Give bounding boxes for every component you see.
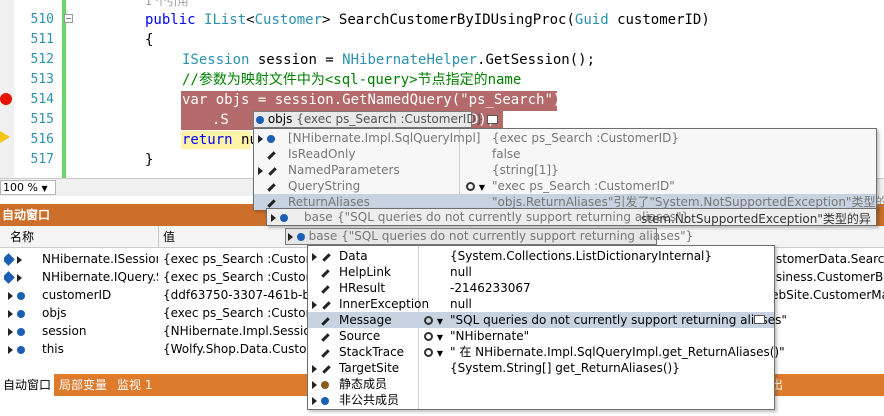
line-number: 516 bbox=[30, 132, 54, 147]
datatip-row[interactable]: TargetSite {System.String[] get_ReturnAli… bbox=[312, 360, 772, 376]
column-name-header[interactable]: 名称 bbox=[10, 226, 34, 248]
change-tracking-bar bbox=[62, 0, 66, 178]
line-number: 513 bbox=[30, 72, 54, 87]
breakpoint-margin[interactable] bbox=[0, 0, 14, 178]
datatip-row[interactable]: StackTrace ▼ " 在 NHibernate.Impl.SqlQuery… bbox=[312, 344, 785, 360]
code-line-512[interactable]: ISession session = NHibernateHelper.GetS… bbox=[182, 50, 595, 70]
code-line-510[interactable]: public IList<Customer> SearchCustomerByI… bbox=[145, 10, 710, 30]
datatip-row[interactable]: 非公共成员 bbox=[312, 392, 772, 408]
magnifier-icon[interactable] bbox=[424, 332, 433, 341]
expand-arrow-icon[interactable] bbox=[8, 327, 13, 336]
line-number: 510 bbox=[30, 12, 54, 27]
variable-icon bbox=[296, 232, 305, 241]
expand-arrow-icon[interactable] bbox=[8, 345, 13, 354]
pin-icon[interactable] bbox=[487, 115, 499, 124]
property-wrench-icon bbox=[321, 364, 331, 374]
variable-icon bbox=[266, 134, 275, 143]
variable-icon bbox=[16, 309, 25, 318]
execution-pointer-icon bbox=[0, 131, 10, 143]
code-line-511[interactable]: { bbox=[145, 30, 153, 50]
static-members-icon bbox=[320, 380, 329, 389]
tab-autos[interactable]: 自动窗口 bbox=[0, 374, 55, 396]
datatip-row[interactable]: Source ▼ "NHibernate" bbox=[312, 328, 772, 344]
datatip-exception-members: Data {System.Collections.ListDictionaryIn… bbox=[307, 245, 787, 410]
code-line-513-comment[interactable]: //参数为映射文件中为<sql-query>节点指定的name bbox=[182, 70, 521, 90]
datatip-row[interactable]: QueryString ▼ "exec ps_Search :CustomerI… bbox=[258, 178, 874, 194]
expand-arrow-icon[interactable] bbox=[8, 309, 13, 318]
property-wrench-icon bbox=[321, 300, 331, 310]
datatip-row[interactable]: Data {System.Collections.ListDictionaryIn… bbox=[312, 248, 772, 264]
line-number: 515 bbox=[30, 112, 54, 127]
non-public-members-icon bbox=[320, 396, 329, 405]
datatip-row[interactable]: HResult -2146233067 bbox=[312, 280, 772, 296]
datatip-base-outer[interactable]: base {"SQL queries do not currently supp… bbox=[266, 208, 877, 243]
code-line-516[interactable]: return nu bbox=[182, 130, 258, 150]
line-number: 512 bbox=[30, 52, 54, 67]
line-number: 517 bbox=[30, 152, 54, 167]
expand-arrow-icon[interactable] bbox=[16, 255, 22, 264]
breakpoint-icon[interactable] bbox=[0, 93, 12, 105]
variable-icon bbox=[16, 327, 25, 336]
chevron-down-icon: ▼ bbox=[41, 184, 48, 193]
property-wrench-icon bbox=[320, 284, 330, 294]
datatip-row-message[interactable]: Message ▼ "SQL queries do not currently s… bbox=[308, 312, 787, 328]
property-wrench-icon bbox=[266, 150, 276, 160]
datatip-row[interactable]: [NHibernate.Impl.SqlQueryImpl] {exec ps_… bbox=[258, 130, 874, 146]
tab-locals[interactable]: 局部变量 bbox=[56, 374, 110, 396]
property-wrench-icon bbox=[267, 166, 277, 176]
datatip-row[interactable]: IsReadOnly false bbox=[258, 146, 874, 162]
datatip-row[interactable]: 静态成员 bbox=[312, 376, 772, 392]
variable-icon bbox=[279, 213, 288, 222]
line-number: 514 bbox=[30, 92, 54, 107]
property-icon bbox=[4, 271, 15, 284]
expand-arrow-icon[interactable] bbox=[16, 273, 22, 282]
magnifier-icon[interactable] bbox=[424, 348, 433, 357]
code-line-517[interactable]: } bbox=[145, 150, 153, 170]
datatip-objs-header[interactable]: objs {exec ps_Search :CustomerID} bbox=[253, 111, 499, 128]
variable-icon bbox=[16, 345, 25, 354]
outline-collapse-icon[interactable]: − bbox=[64, 14, 73, 23]
property-wrench-icon bbox=[320, 332, 330, 342]
magnifier-icon[interactable] bbox=[466, 182, 475, 191]
property-wrench-icon bbox=[321, 252, 331, 262]
property-wrench-icon bbox=[320, 316, 330, 326]
code-line-515[interactable]: .S bbox=[212, 110, 229, 130]
variable-icon bbox=[256, 115, 264, 124]
datatip-row[interactable]: InnerException null bbox=[312, 296, 772, 312]
tab-watch-1[interactable]: 监视 1 bbox=[114, 374, 155, 396]
property-wrench-icon bbox=[266, 182, 276, 192]
datatip-row[interactable]: NamedParameters {string[1]} bbox=[258, 162, 874, 178]
datatip-objs-members: [NHibernate.Impl.SqlQueryImpl] {exec ps_… bbox=[253, 128, 884, 210]
magnifier-icon[interactable] bbox=[424, 316, 433, 325]
line-number: 511 bbox=[30, 32, 54, 47]
datatip-row[interactable]: HelpLink null bbox=[312, 264, 772, 280]
expand-arrow-icon[interactable] bbox=[8, 291, 13, 300]
property-wrench-icon bbox=[320, 348, 330, 358]
column-value-header[interactable]: 值 bbox=[163, 226, 175, 248]
property-icon bbox=[4, 253, 15, 266]
zoom-level-dropdown[interactable]: 100 % ▼ bbox=[0, 180, 56, 195]
property-wrench-icon bbox=[266, 198, 276, 208]
datatip-base-inner-header[interactable]: base {"SQL queries do not currently supp… bbox=[285, 228, 693, 245]
code-line-514[interactable]: var objs = session.GetNamedQuery("ps_Sea… bbox=[182, 90, 561, 110]
property-wrench-icon bbox=[320, 268, 330, 278]
variable-icon bbox=[16, 291, 25, 300]
pin-icon[interactable] bbox=[754, 315, 765, 324]
